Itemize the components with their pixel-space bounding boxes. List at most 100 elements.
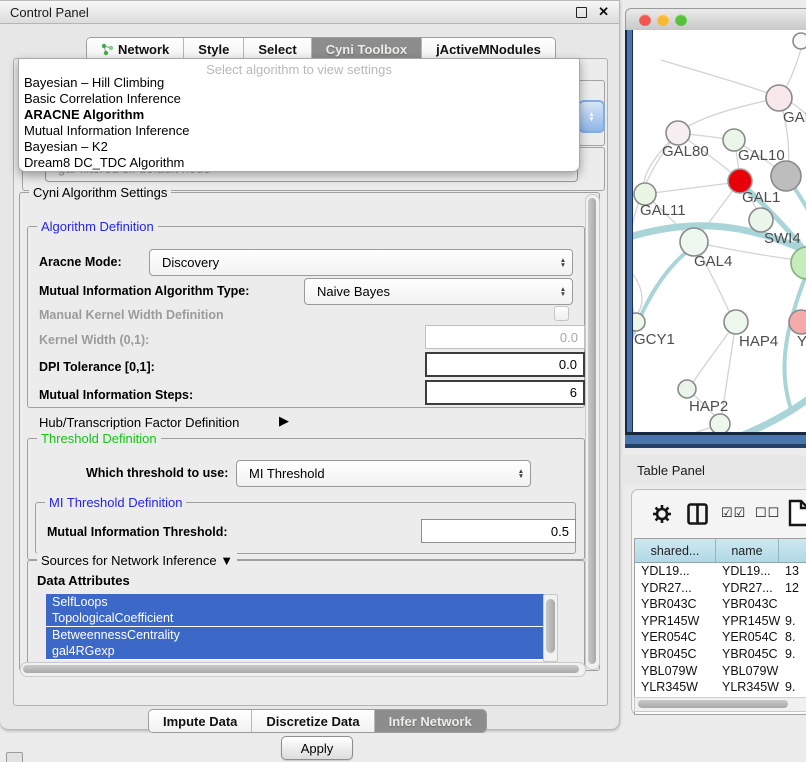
network-node-swi4[interactable] (749, 208, 773, 232)
attribute-item[interactable]: gal4RGexp (46, 643, 549, 659)
network-node[interactable] (791, 247, 806, 279)
algorithm-dropdown-popup: Select algorithm to view settings Bayesi… (18, 58, 580, 172)
algorithm-option[interactable]: Mutual Information Inference (24, 123, 574, 139)
float-panel-icon[interactable] (6, 752, 23, 762)
aracne-mode-combobox[interactable]: Discovery ▲▼ (149, 249, 573, 276)
tab-style[interactable]: Style (184, 38, 244, 60)
table-cell[interactable]: 9. (779, 679, 806, 696)
network-edge[interactable] (640, 424, 720, 432)
table-cell[interactable]: 9. (779, 613, 806, 630)
table-hscrollbar[interactable] (634, 697, 806, 712)
network-node[interactable] (771, 161, 801, 191)
tab-label: Discretize Data (266, 714, 359, 729)
manual-kernel-width-checkbox[interactable] (554, 306, 569, 321)
table-cell[interactable]: YBR045C (716, 646, 784, 663)
network-node[interactable] (793, 33, 806, 49)
algorithm-option[interactable]: Basic Correlation Inference (24, 91, 574, 107)
attribute-item[interactable]: BetweennessCentrality (46, 627, 549, 643)
hub-expand-arrow-icon[interactable]: ▶ (279, 413, 289, 429)
network-window-titlebar[interactable] (625, 8, 806, 32)
mi-threshold-field[interactable]: 0.5 (421, 519, 576, 543)
table-cell[interactable]: 13 (779, 563, 806, 580)
network-node[interactable] (710, 414, 730, 432)
tab-infer-network[interactable]: Infer Network (375, 710, 486, 732)
algorithm-option[interactable]: Bayesian – Hill Climbing (24, 75, 574, 91)
network-edge[interactable] (661, 60, 770, 94)
algorithm-option[interactable]: ARACNE Algorithm (24, 107, 574, 123)
column-header-shared...[interactable]: shared... (635, 539, 716, 563)
table-cell[interactable]: YBL079W (716, 663, 784, 680)
mi-steps-field[interactable]: 6 (425, 380, 585, 405)
tab-label: Impute Data (163, 714, 237, 729)
column-header-col2[interactable] (779, 539, 806, 563)
table-cell[interactable] (779, 596, 806, 613)
algorithm-option[interactable]: Bayesian – K2 (24, 139, 574, 155)
table-cell[interactable]: YDR27... (716, 580, 784, 597)
algorithm-option[interactable]: Dream8 DC_TDC Algorithm (24, 155, 574, 171)
mi-algorithm-type-combobox[interactable]: Naive Bayes ▲▼ (304, 278, 573, 305)
algorithm-combobox-focused-stepper[interactable]: ▲▼ (578, 100, 605, 133)
tab-select[interactable]: Select (244, 38, 311, 60)
network-edge[interactable] (680, 98, 779, 131)
gear-icon[interactable] (652, 504, 672, 529)
table-cell[interactable]: YBR043C (716, 596, 784, 613)
attr-list-vscrollbar[interactable] (543, 594, 558, 662)
sources-collapse-arrow-icon[interactable]: ▼ (220, 553, 233, 568)
table-cell[interactable]: YDL19... (635, 563, 721, 580)
tab-impute-data[interactable]: Impute Data (149, 710, 252, 732)
network-node-hap2[interactable] (678, 380, 696, 398)
tab-cyni-toolbox[interactable]: Cyni Toolbox (312, 38, 422, 60)
unchecked-boxes-icon[interactable]: ☐☐ (755, 505, 780, 521)
network-node-gal4[interactable] (680, 228, 708, 256)
network-node-hap4[interactable] (724, 310, 748, 334)
table-cell[interactable]: YDR27... (635, 580, 721, 597)
network-node-y[interactable] (789, 310, 806, 334)
table-cell[interactable]: 9. (779, 646, 806, 663)
table-cell[interactable]: YBR043C (635, 596, 721, 613)
table-cell[interactable]: YBL079W (635, 663, 721, 680)
mac-minimize-button[interactable] (657, 14, 669, 26)
control-panel-titlebar[interactable]: Control Panel ✕ (0, 1, 619, 24)
network-node-gal[interactable] (766, 85, 792, 111)
table-cell[interactable]: YDL19... (716, 563, 784, 580)
network-node-gcy1[interactable] (633, 313, 645, 331)
network-edge[interactable] (645, 182, 738, 194)
settings-vscrollbar[interactable] (585, 194, 600, 670)
apply-button[interactable]: Apply (281, 736, 353, 760)
table-panel: ☑☑ ☐☐ shared...nameYDL19...YDL19...13YDR… (631, 489, 806, 715)
table-cell[interactable]: YER054C (716, 629, 784, 646)
tab-jactivemnodules[interactable]: jActiveMNodules (422, 38, 555, 60)
table-cell[interactable]: YBR045C (635, 646, 721, 663)
table-cell[interactable]: YLR345W (635, 679, 721, 696)
table-cell[interactable]: YPR145W (716, 613, 784, 630)
mac-close-button[interactable] (639, 14, 651, 26)
network-canvas[interactable]: GALGAL80GAL10GAL1GAL11SWI4GAL4GCY1HAP4YH… (633, 30, 806, 432)
table-cell[interactable]: YPR145W (635, 613, 721, 630)
table-cell[interactable]: YLR345W (716, 679, 784, 696)
table-panel-titlebar[interactable]: Table Panel (621, 455, 806, 485)
checked-boxes-icon[interactable]: ☑☑ (721, 505, 746, 521)
tab-discretize-data[interactable]: Discretize Data (252, 710, 374, 732)
column-header-name[interactable]: name (716, 539, 779, 563)
settings-hscrollbar[interactable] (20, 662, 586, 677)
split-columns-icon[interactable] (687, 503, 708, 530)
table-cell[interactable]: YER054C (635, 629, 721, 646)
tab-network[interactable]: Network (87, 38, 184, 60)
node-table[interactable]: shared...nameYDL19...YDL19...13YDR27...Y… (634, 538, 806, 715)
which-threshold-combobox[interactable]: MI Threshold ▲▼ (236, 460, 531, 487)
table-cell[interactable] (779, 663, 806, 680)
restore-icon[interactable] (576, 7, 587, 18)
mac-zoom-button[interactable] (675, 14, 687, 26)
attribute-item[interactable]: TopologicalCoefficient (46, 610, 549, 626)
network-edge[interactable] (633, 265, 642, 318)
network-node-gal80[interactable] (666, 121, 690, 145)
dpi-tolerance-field[interactable]: 0.0 (425, 352, 585, 377)
kernel-width-field[interactable]: 0.0 (425, 325, 585, 349)
attribute-item[interactable]: SelfLoops (46, 594, 549, 610)
screen: Control Panel ✕ NetworkStyleSelectCyni T… (0, 0, 806, 762)
document-icon[interactable] (788, 499, 806, 532)
close-icon[interactable]: ✕ (598, 4, 609, 20)
table-cell[interactable]: 8. (779, 629, 806, 646)
table-cell[interactable]: 12 (779, 580, 806, 597)
data-attributes-list[interactable]: SelfLoopsTopologicalCoefficientBetweenne… (46, 594, 557, 660)
